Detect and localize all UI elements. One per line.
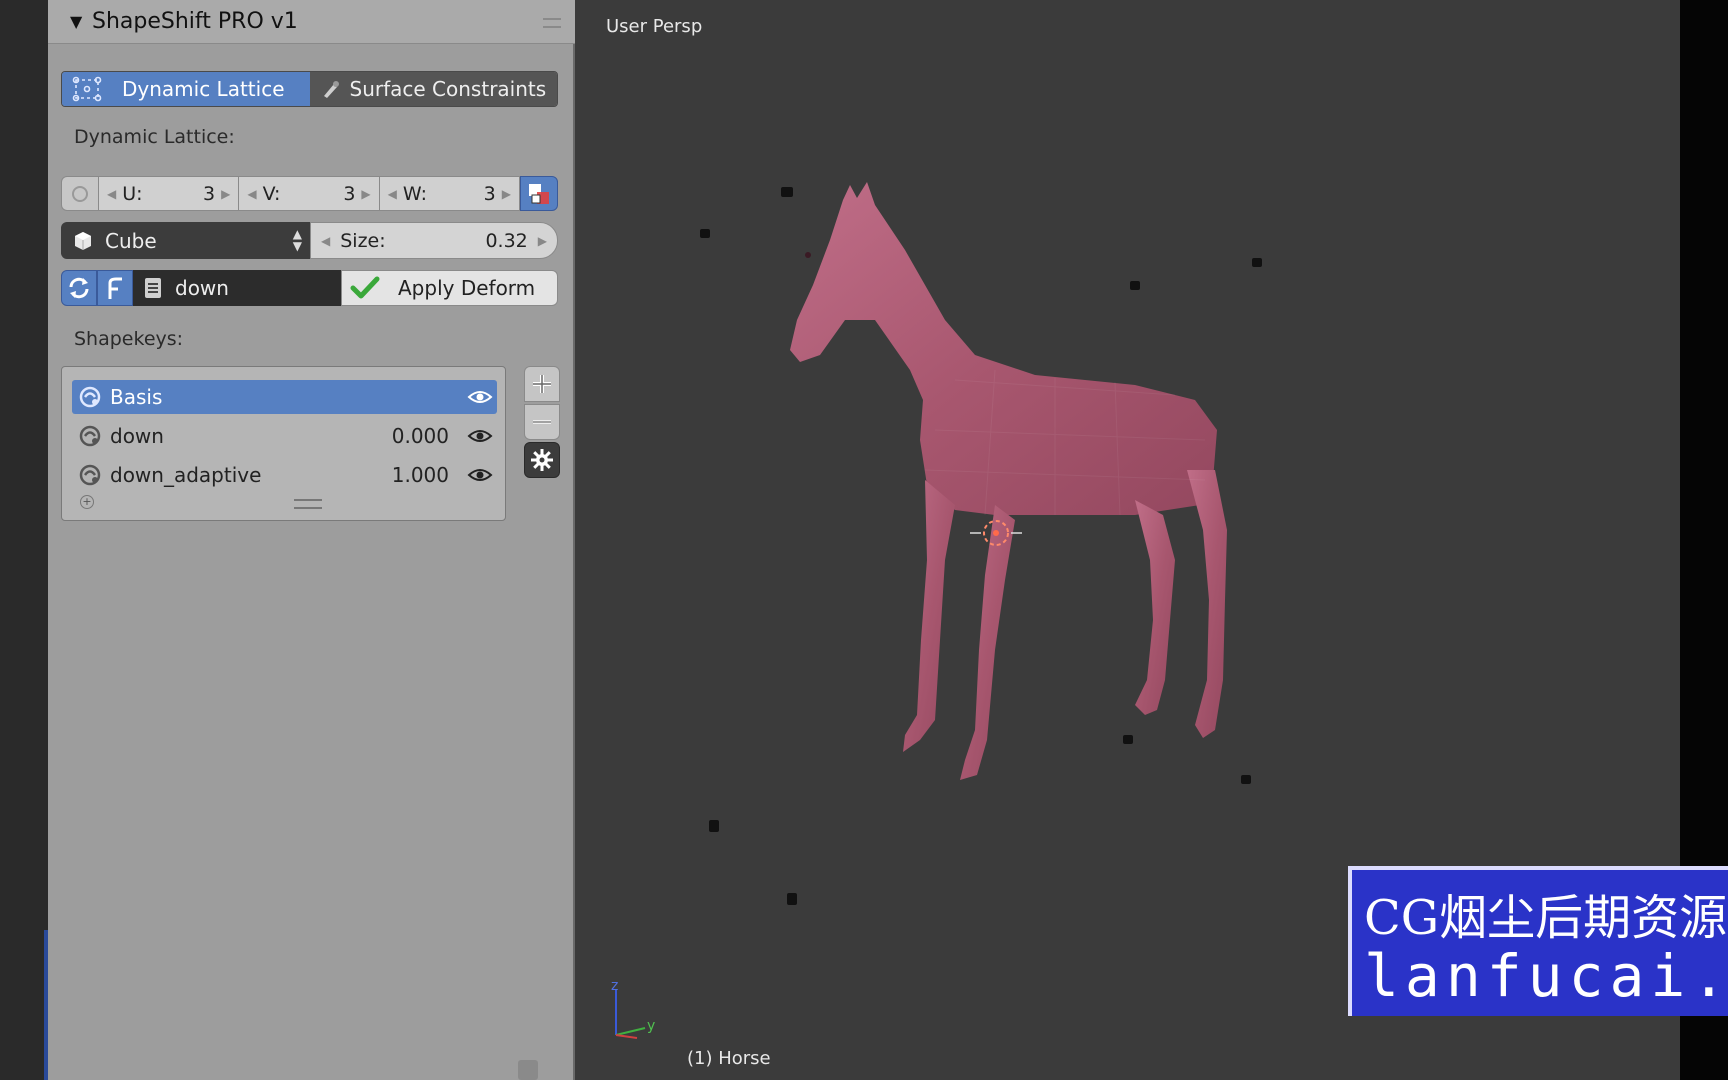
panel-title: ShapeShift PRO v1 bbox=[92, 9, 298, 34]
w-field[interactable]: ◀ W: 3 ▶ bbox=[379, 176, 520, 211]
lattice-pick-button[interactable] bbox=[519, 176, 558, 211]
watermark-line-1: CG烟尘后期资源站 bbox=[1364, 890, 1728, 946]
tool-panel: ▼ ShapeShift PRO v1 Dynamic Lattice Surf… bbox=[48, 0, 575, 1080]
v-field[interactable]: ◀ V: 3 ▶ bbox=[239, 176, 380, 211]
shapekey-icon bbox=[72, 384, 108, 410]
shapekeys-section-label: Shapekeys: bbox=[74, 328, 184, 350]
lattice-section-label: Dynamic Lattice: bbox=[74, 126, 235, 148]
decrement-arrow-icon[interactable]: ◀ bbox=[107, 187, 116, 201]
list-resize-handle-icon[interactable] bbox=[294, 499, 322, 509]
uvw-resolution-row: ◀ U: 3 ▶ ◀ V: 3 ▶ ◀ W: 3 ▶ bbox=[61, 176, 558, 211]
axis-gizmo-icon: y z bbox=[611, 978, 655, 1039]
drag-handle-icon[interactable] bbox=[543, 18, 561, 28]
lattice-icon bbox=[72, 76, 102, 102]
list-item-down[interactable]: down 0.000 bbox=[72, 419, 497, 453]
circle-icon bbox=[72, 185, 88, 202]
decrement-arrow-icon[interactable]: ◀ bbox=[388, 187, 397, 201]
shapekey-name-field[interactable]: down bbox=[133, 270, 341, 306]
refresh-icon bbox=[69, 277, 89, 299]
sync-button[interactable] bbox=[61, 270, 97, 306]
minus-icon bbox=[533, 420, 551, 424]
cube-icon bbox=[75, 231, 91, 250]
plus-icon bbox=[533, 375, 551, 393]
increment-arrow-icon[interactable]: ▶ bbox=[538, 234, 547, 248]
decrement-arrow-icon[interactable]: ◀ bbox=[247, 187, 256, 201]
watermark-line-2: lanfucai.com bbox=[1364, 942, 1728, 1010]
lattice-points bbox=[700, 187, 1262, 905]
list-item-basis[interactable]: Basis bbox=[72, 380, 497, 414]
watermark-banner: CG烟尘后期资源站 lanfucai.com bbox=[1348, 866, 1728, 1016]
eye-icon[interactable] bbox=[467, 425, 493, 452]
eye-icon[interactable] bbox=[467, 386, 493, 413]
apply-deform-button[interactable]: Apply Deform bbox=[341, 270, 558, 306]
increment-arrow-icon[interactable]: ▶ bbox=[221, 187, 230, 201]
mode-tabs: Dynamic Lattice Surface Constraints bbox=[61, 71, 558, 107]
remove-shapekey-button[interactable] bbox=[524, 404, 560, 440]
add-shapekey-button[interactable] bbox=[524, 366, 560, 402]
collapse-triangle-icon[interactable]: ▼ bbox=[70, 12, 82, 31]
gear-icon bbox=[531, 449, 553, 471]
panel-header[interactable]: ▼ ShapeShift PRO v1 bbox=[48, 0, 575, 44]
hook-button[interactable] bbox=[97, 270, 133, 306]
decrement-arrow-icon[interactable]: ◀ bbox=[321, 234, 330, 248]
svg-text:z: z bbox=[611, 978, 618, 994]
increment-arrow-icon[interactable]: ▶ bbox=[502, 187, 511, 201]
u-field[interactable]: ◀ U: 3 ▶ bbox=[99, 176, 240, 211]
shape-type-dropdown[interactable]: Cube ▲ ▼ bbox=[61, 222, 310, 259]
shape-type-value: Cube bbox=[105, 228, 157, 253]
filter-options-icon[interactable]: + bbox=[80, 495, 94, 509]
lattice-object-icon bbox=[528, 183, 549, 204]
list-icon bbox=[145, 278, 161, 298]
brush-icon bbox=[323, 81, 339, 98]
tab-dynamic-lattice[interactable]: Dynamic Lattice bbox=[62, 72, 310, 106]
shapekey-settings-button[interactable] bbox=[524, 442, 560, 478]
shapekey-list: Basis down 0.000 down_adaptive 1.000 + bbox=[61, 366, 506, 521]
active-object-label: (1) Horse bbox=[687, 1048, 771, 1069]
increment-arrow-icon[interactable]: ▶ bbox=[361, 187, 370, 201]
shapekey-icon bbox=[72, 462, 108, 488]
branch-icon bbox=[108, 277, 122, 299]
size-field[interactable]: ◀ Size: 0.32 ▶ bbox=[310, 222, 558, 259]
checkmark-icon bbox=[350, 276, 380, 299]
left-edge-strip bbox=[0, 0, 48, 1080]
svg-text:y: y bbox=[647, 1018, 655, 1034]
panel-resize-corner-icon[interactable] bbox=[518, 1060, 538, 1080]
shapekey-side-buttons bbox=[524, 366, 560, 480]
apply-row: down Apply Deform bbox=[61, 270, 558, 306]
tab-label: Surface Constraints bbox=[349, 77, 547, 101]
list-item-down-adaptive[interactable]: down_adaptive 1.000 bbox=[72, 458, 497, 492]
shapekey-icon bbox=[72, 423, 108, 449]
tab-surface-constraints[interactable]: Surface Constraints bbox=[309, 72, 557, 106]
eye-icon[interactable] bbox=[467, 464, 493, 491]
updown-arrows-icon: ▲ ▼ bbox=[292, 227, 302, 253]
shape-size-row: Cube ▲ ▼ ◀ Size: 0.32 ▶ bbox=[61, 222, 558, 259]
refresh-toggle[interactable] bbox=[61, 176, 99, 211]
horse-eye bbox=[805, 252, 811, 258]
tab-label: Dynamic Lattice bbox=[122, 77, 285, 101]
